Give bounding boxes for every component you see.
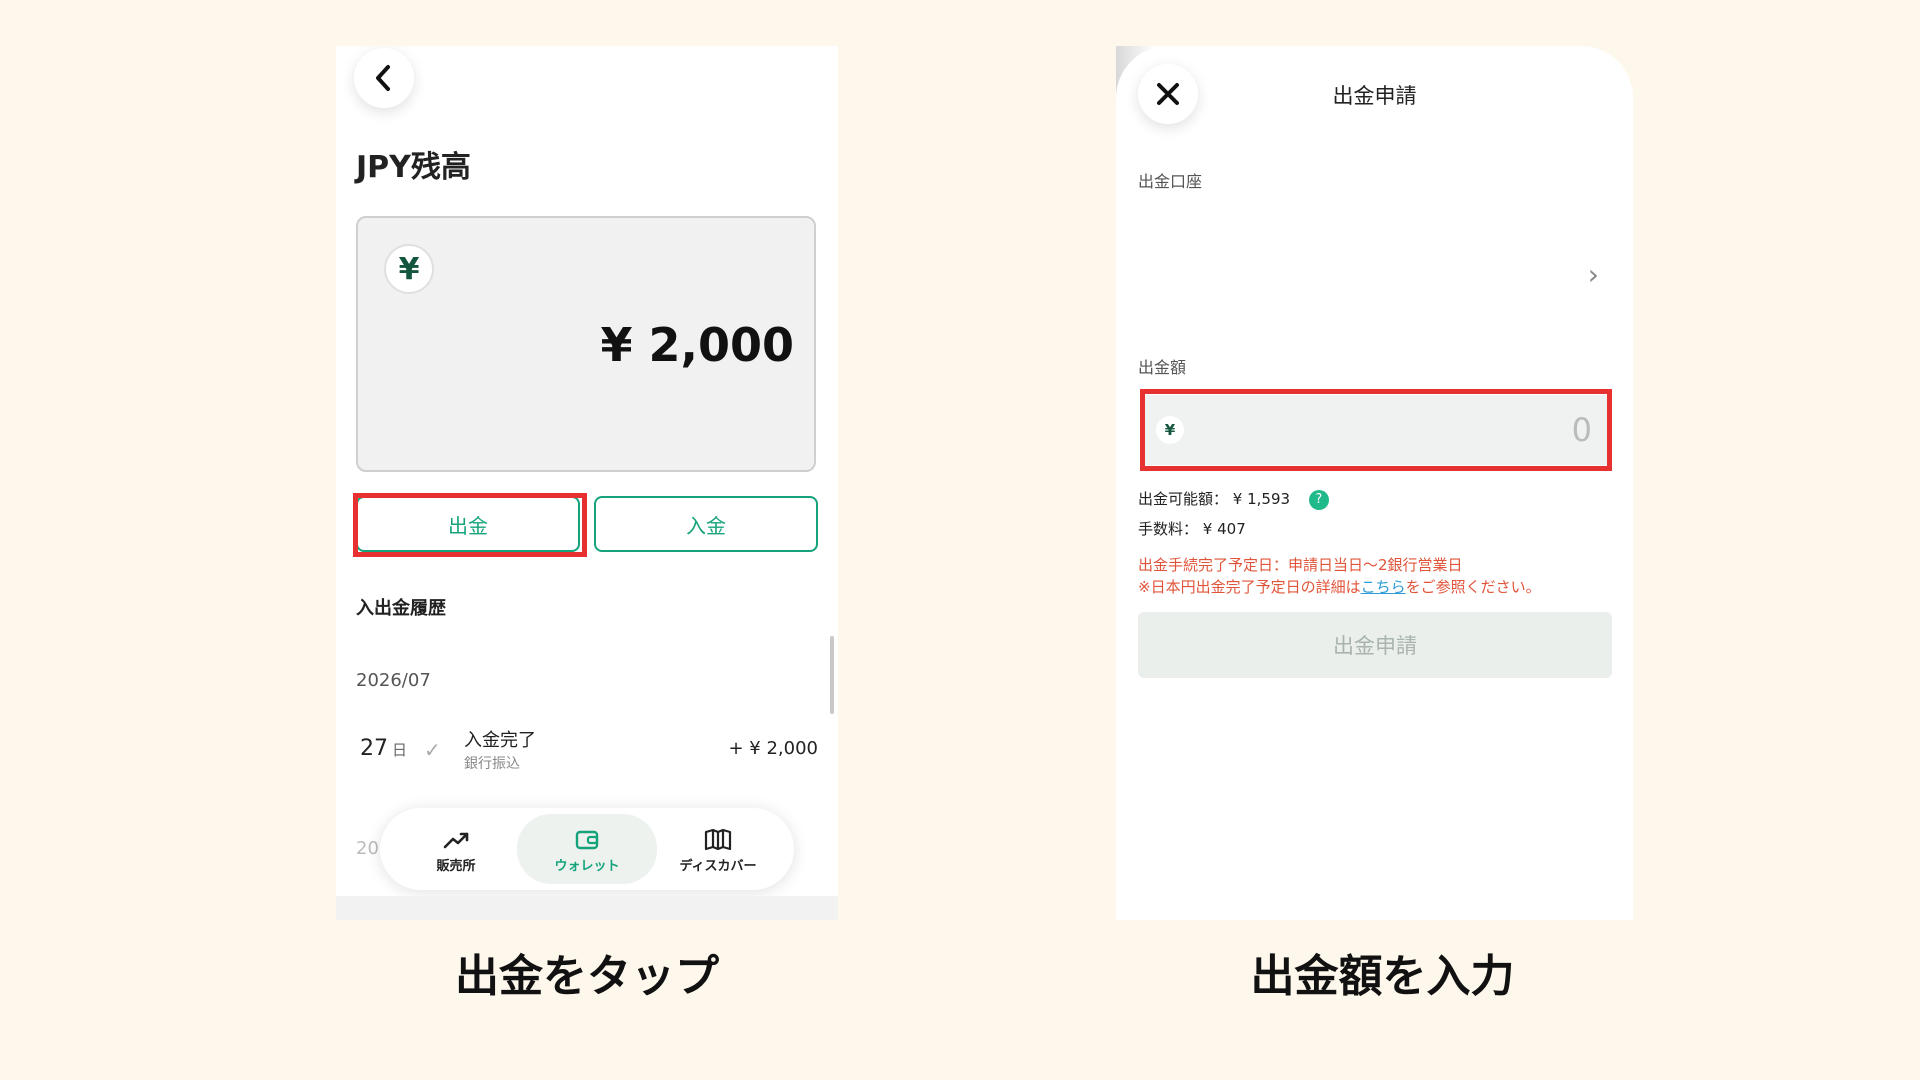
trending-up-icon [443,832,469,848]
chevron-right-icon: › [1587,258,1599,291]
caption-left: 出金をタップ [455,951,719,1002]
right-screenshot: 出金申請 出金口座 › 出金額 ¥ 0 出金可能額： ¥ 1,593 ? 手数料… [1116,46,1633,920]
check-icon: ✓ [424,738,441,762]
help-icon[interactable]: ? [1308,489,1329,510]
nav-item-discover[interactable]: ディスカバー [648,814,788,884]
fee-amount: 手数料： ¥ 407 [1138,520,1246,538]
account-selector[interactable]: › [1116,216,1633,316]
caption-right: 出金額を入力 [1250,951,1515,1002]
balance-amount: ¥ 2,000 [600,318,794,372]
nav-item-wallet[interactable]: ウォレット [517,814,657,884]
chevron-left-icon [376,65,390,91]
nav-item-exchange[interactable]: 販売所 [386,814,526,884]
left-screenshot: JPY残高 ¥ ¥ 2,000 出金 入金 入出金履歴 2026/07 27 日 … [336,46,838,920]
sheet-title: 出金申請 [1332,84,1417,108]
transaction-status: 入金完了 [464,730,536,751]
notice-line-2: ※日本円出金完了予定日の詳細はこちらをご参照ください。 [1138,578,1541,596]
withdraw-sheet: 出金申請 出金口座 › 出金額 ¥ 0 出金可能額： ¥ 1,593 ? 手数料… [1116,46,1633,920]
yen-icon: ¥ [384,244,434,294]
bottom-nav: 販売所 ウォレット ディスカバー [380,808,794,890]
notice-line-1: 出金手続完了予定日：申請日当日〜2銀行営業日 [1138,556,1463,574]
available-amount: 出金可能額： ¥ 1,593 ? [1138,488,1329,510]
page-title: JPY残高 [356,150,471,185]
balance-card: ¥ ¥ 2,000 [356,216,816,472]
transaction-day: 27 日 [360,736,408,761]
amount-highlight-box [1140,389,1612,471]
amount-label: 出金額 [1138,358,1187,377]
transaction-amount: + ¥ 2,000 [728,738,818,759]
history-month: 2026/07 [356,670,431,691]
scrollbar[interactable] [830,636,834,714]
bottom-edge [336,896,838,920]
wallet-icon [575,830,599,849]
transaction-method: 銀行振込 [464,756,520,772]
submit-withdraw-button[interactable]: 出金申請 [1138,612,1612,678]
account-label: 出金口座 [1138,172,1203,191]
details-link[interactable]: こちら [1361,578,1406,596]
deposit-button[interactable]: 入金 [594,496,818,552]
withdraw-highlight-box [353,493,587,557]
history-title: 入出金履歴 [356,598,446,619]
history-month-partial: 20 [356,838,379,859]
book-map-icon [704,828,732,850]
back-button[interactable] [354,48,414,108]
